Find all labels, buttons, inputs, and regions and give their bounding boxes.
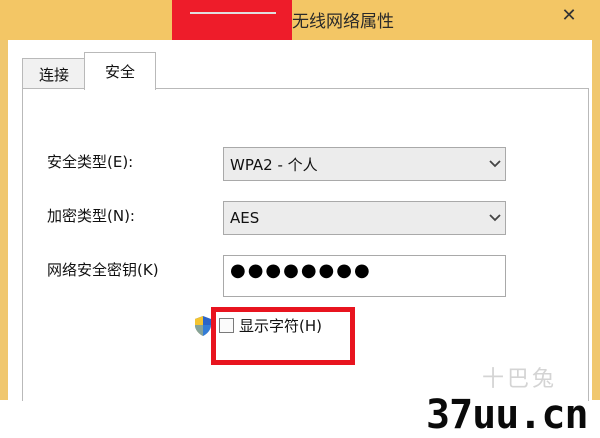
security-type-label: 安全类型(E): (47, 153, 134, 171)
chevron-down-icon (485, 148, 505, 180)
tab-connection[interactable]: 连接 (22, 58, 86, 89)
tab-security[interactable]: 安全 (84, 52, 156, 90)
shield-icon (193, 315, 213, 337)
security-type-value: WPA2 - 个人 (230, 155, 318, 174)
tab-label: 安全 (104, 63, 135, 81)
watermark-url: 37uu.cn (426, 392, 589, 438)
encryption-type-label: 加密类型(N): (47, 207, 135, 225)
watermark-brand: 十巴兔 (482, 367, 558, 392)
network-key-label: 网络安全密钥(K) (47, 261, 159, 279)
highlight-annotation-box (211, 307, 355, 365)
tab-label: 连接 (38, 65, 69, 84)
title-redaction (172, 0, 292, 40)
security-type-dropdown[interactable]: WPA2 - 个人 (223, 147, 506, 181)
network-key-input[interactable]: ●●●●●●●● (223, 255, 506, 297)
title-bar: 无线网络属性 ✕ (0, 0, 600, 40)
dialog-client-area: 连接 安全 安全类型(E): WPA2 - 个人 加密类型(N): AES 网络… (8, 40, 592, 438)
encryption-type-value: AES (230, 209, 260, 227)
chevron-down-icon (485, 202, 505, 234)
wireless-properties-window: 无线网络属性 ✕ 连接 安全 安全类型(E): WPA2 - 个人 加密类型(N… (0, 0, 600, 438)
security-tab-panel: 安全类型(E): WPA2 - 个人 加密类型(N): AES 网络安全密钥(K… (22, 88, 589, 401)
redaction-line (190, 12, 276, 14)
window-title: 无线网络属性 (292, 12, 394, 32)
close-button[interactable]: ✕ (546, 0, 592, 30)
encryption-type-dropdown[interactable]: AES (223, 201, 506, 235)
close-icon: ✕ (561, 4, 577, 26)
